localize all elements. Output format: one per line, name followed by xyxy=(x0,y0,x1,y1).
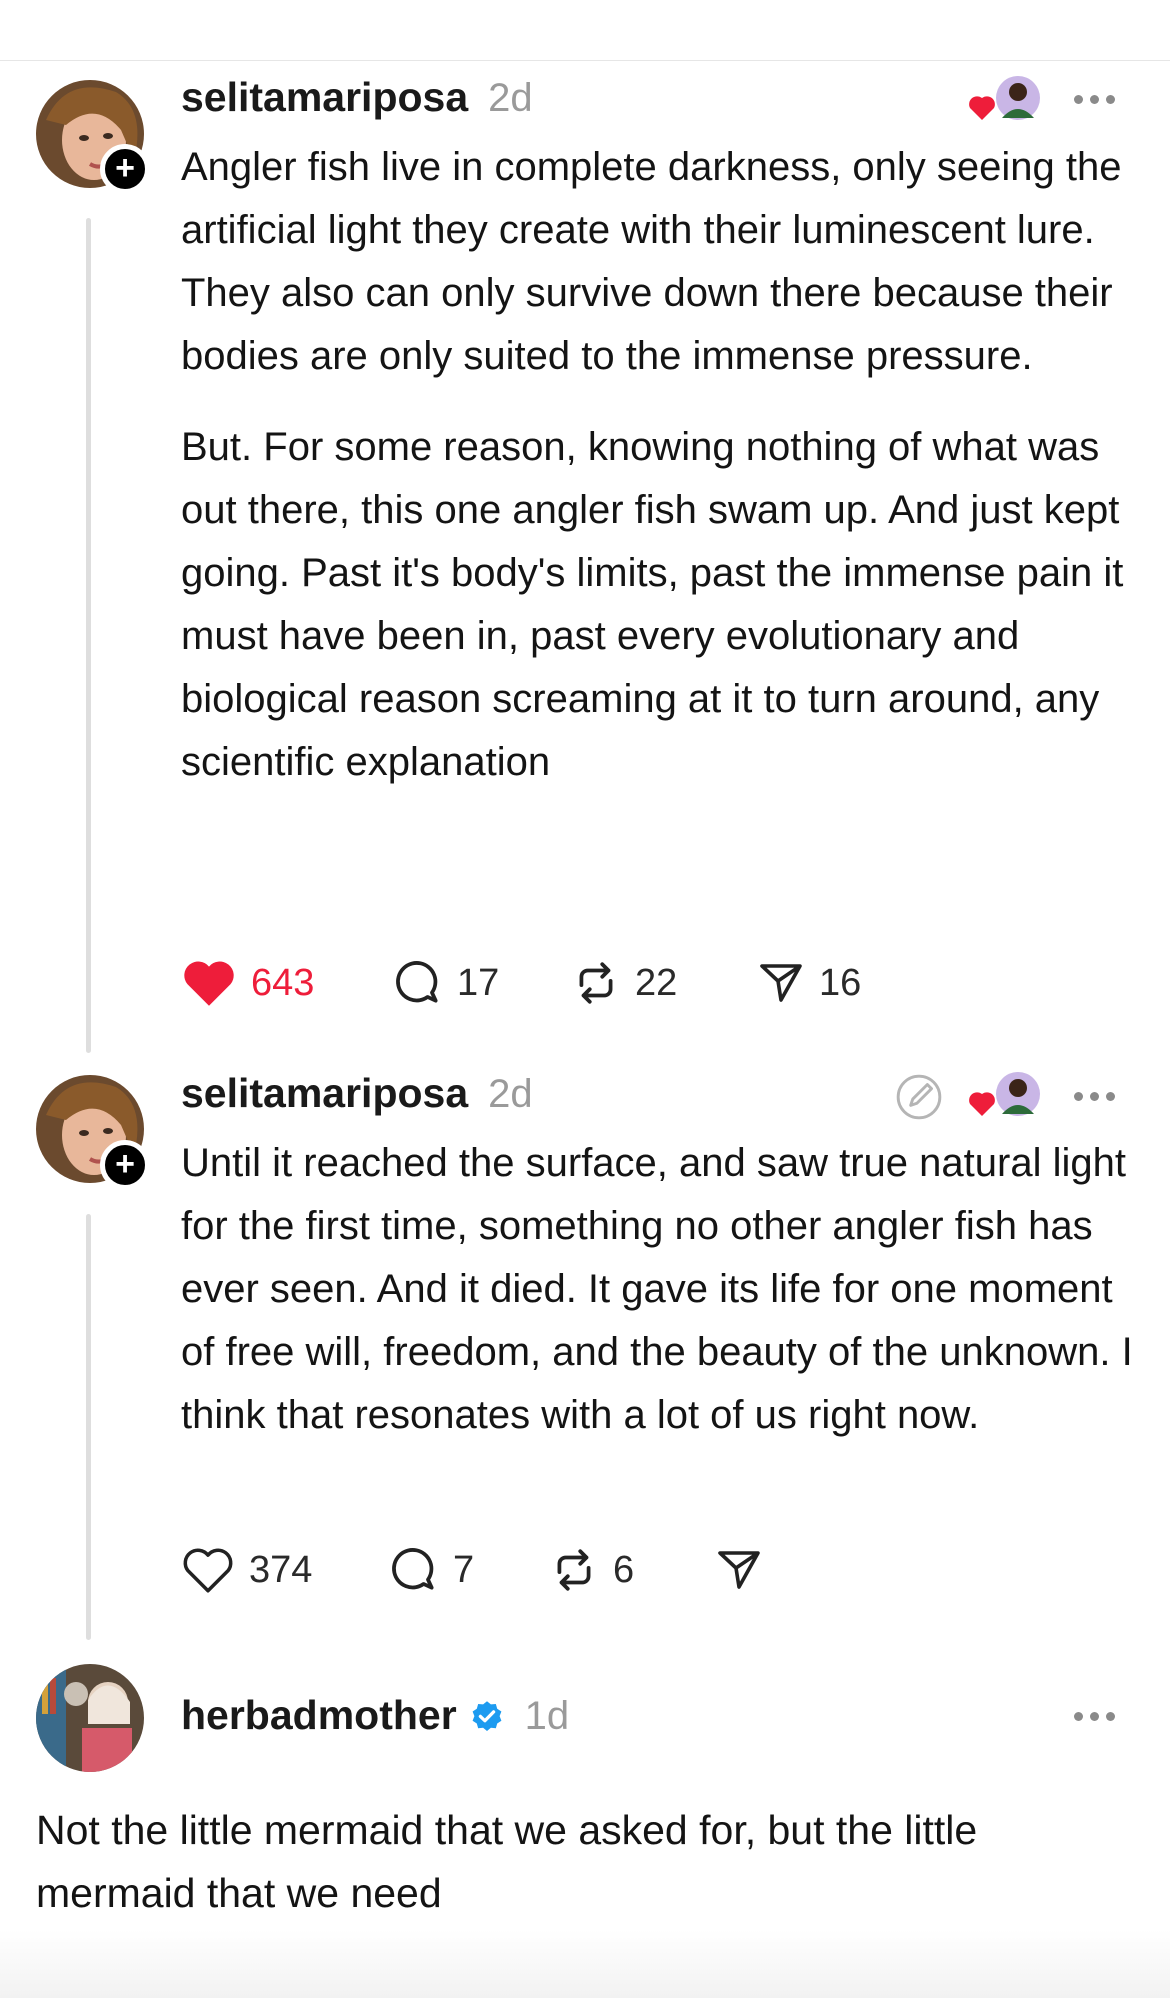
post-paragraph: But. For some reason, knowing nothing of… xyxy=(181,425,1124,784)
username[interactable]: selitamariposa xyxy=(181,1070,468,1117)
repost-icon xyxy=(557,1549,591,1591)
heart-outline-icon xyxy=(183,1548,233,1593)
more-options-icon[interactable] xyxy=(1074,1086,1122,1106)
comment-icon xyxy=(396,961,438,1003)
top-bar xyxy=(0,0,1170,61)
more-options-icon[interactable] xyxy=(1074,1706,1122,1726)
verified-badge-icon xyxy=(472,1701,502,1731)
comment-count: 7 xyxy=(453,1548,475,1591)
post-actions: 374 7 6 xyxy=(181,1542,763,1598)
post-header: selitamariposa 2d xyxy=(181,1070,533,1120)
more-options-icon[interactable] xyxy=(1074,89,1122,109)
post-paragraph: Until it reached the surface, and saw tr… xyxy=(181,1141,1133,1437)
like-button[interactable]: 643 xyxy=(181,958,393,1008)
repost-button[interactable]: 6 xyxy=(549,1545,715,1595)
repost-icon xyxy=(579,962,613,1004)
avatar[interactable] xyxy=(36,1664,144,1772)
like-button[interactable]: 374 xyxy=(181,1546,389,1594)
follow-plus-icon[interactable]: + xyxy=(100,144,150,194)
post-body: Until it reached the surface, and saw tr… xyxy=(181,1132,1141,1475)
send-icon xyxy=(760,964,802,1002)
username[interactable]: herbadmother xyxy=(181,1692,457,1739)
like-count: 643 xyxy=(251,961,315,1004)
reply-header: herbadmother 1d xyxy=(181,1692,569,1742)
comment-icon xyxy=(392,1548,434,1590)
thread-line xyxy=(86,1214,91,1640)
heart-filled-icon xyxy=(184,961,234,1006)
comment-button[interactable]: 17 xyxy=(393,958,571,1008)
like-count: 374 xyxy=(249,1548,313,1591)
thread-line xyxy=(86,218,91,1053)
repost-count: 6 xyxy=(613,1548,635,1591)
post-paragraph: Angler fish live in complete darkness, o… xyxy=(181,145,1122,378)
timestamp: 2d xyxy=(488,76,533,120)
share-button[interactable]: 16 xyxy=(757,959,861,1007)
pencil-circle-icon[interactable] xyxy=(894,1072,944,1122)
post-body: Angler fish live in complete darkness, o… xyxy=(181,136,1141,822)
reply-body: Not the little mermaid that we asked for… xyxy=(36,1807,978,1916)
comment-count: 17 xyxy=(457,961,500,1004)
share-button[interactable] xyxy=(715,1546,763,1594)
liked-by-avatar-icon[interactable] xyxy=(966,1068,1044,1124)
post-actions: 643 17 22 16 xyxy=(181,955,861,1011)
post-header: selitamariposa 2d xyxy=(181,74,533,124)
share-count: 16 xyxy=(819,961,862,1004)
timestamp: 2d xyxy=(488,1072,533,1116)
repost-count: 22 xyxy=(635,961,678,1004)
username[interactable]: selitamariposa xyxy=(181,74,468,121)
repost-button[interactable]: 22 xyxy=(571,958,757,1008)
comment-button[interactable]: 7 xyxy=(389,1545,549,1595)
timestamp: 1d xyxy=(524,1694,570,1738)
follow-plus-icon[interactable]: + xyxy=(100,1140,150,1190)
send-icon xyxy=(718,1551,760,1589)
bottom-fade xyxy=(0,1930,1170,1998)
liked-by-avatar-icon[interactable] xyxy=(966,72,1044,128)
